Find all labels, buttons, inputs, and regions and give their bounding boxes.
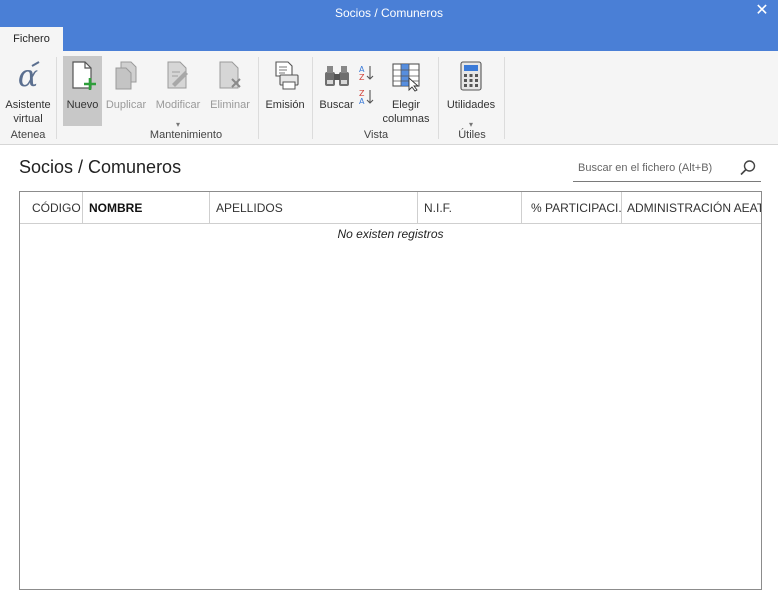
print-icon [275,61,299,90]
column-header-nif[interactable]: N.I.F. [418,192,522,224]
modify-dropdown-icon: ▾ [175,120,181,129]
search-input[interactable]: Buscar en el fichero (Alt+B) [578,162,712,174]
emission-label: Emisión [265,99,305,111]
new-button[interactable]: Nuevo [63,56,102,126]
edit-document-icon [167,61,188,89]
group-label-vista: Vista [363,129,389,141]
delete-label: Eliminar [210,99,250,111]
group-label-atenea: Atenea [10,129,46,141]
close-icon: ✕ [755,2,769,19]
column-header-nombre[interactable]: NOMBRE [83,192,210,224]
search-icon[interactable] [739,159,757,177]
title-bar: Socios / Comuneros ✕ [0,0,778,27]
search-label: Buscar [319,99,354,111]
column-header-administracion-aeat[interactable]: ADMINISTRACIÓN AEAT [622,192,761,224]
emission-button[interactable]: Emisión [262,56,308,126]
delete-document-icon [219,61,241,89]
group-label-utiles: Útiles [458,129,486,141]
duplicate-label: Duplicar [105,99,147,111]
search-box[interactable]: Buscar en el fichero (Alt+B) [573,155,761,182]
assistant-label: Asistente [5,99,51,111]
new-document-icon [71,61,96,90]
sort-button[interactable]: A Z Z A [356,56,378,126]
utilities-label: Utilidades [446,99,496,111]
window-title: Socios / Comuneros [334,6,444,20]
alpha-icon: α [18,60,40,92]
choose-columns-label-2: columnas [382,113,430,125]
tab-fichero[interactable]: Fichero [0,27,63,51]
svg-text:Z: Z [359,73,365,82]
new-label: Nuevo [66,99,99,111]
assistant-label-2: virtual [13,113,43,125]
close-button[interactable]: ✕ [752,2,772,22]
column-header-apellidos[interactable]: APELLIDOS [210,192,418,224]
binoculars-icon [324,66,349,86]
ribbon-tab-bar: Fichero [0,27,778,51]
delete-button[interactable]: Eliminar [207,56,253,126]
page-title: Socios / Comuneros [19,157,182,177]
search-button[interactable]: Buscar [317,56,356,126]
utilities-button[interactable]: Utilidades ▾ [442,56,500,129]
records-table: CÓDIGO NOMBRE APELLIDOS N.I.F. % PARTICI… [19,191,762,590]
ribbon-separator [312,57,313,139]
table-header: CÓDIGO NOMBRE APELLIDOS N.I.F. % PARTICI… [20,192,761,224]
svg-text:A: A [359,97,365,106]
duplicate-button[interactable]: Duplicar [103,56,149,126]
ribbon-separator [438,57,439,139]
duplicate-icon [115,61,137,90]
modify-button[interactable]: Modificar ▾ [152,56,204,129]
column-header-codigo[interactable]: CÓDIGO [20,192,83,224]
modify-label: Modificar [155,99,201,111]
choose-columns-label: Elegir [391,99,421,111]
assistant-button[interactable]: α Asistente virtual [2,56,54,126]
ribbon: α Asistente virtual Atenea Nuevo Duplica… [0,51,778,145]
ribbon-separator [56,57,57,139]
calculator-icon [460,61,482,91]
sort-icon: A Z Z A [359,65,374,106]
ribbon-separator [258,57,259,139]
column-header-participacion[interactable]: % PARTICIPACI... [522,192,622,224]
ribbon-separator [504,57,505,139]
columns-icon [392,63,420,92]
utilities-dropdown-icon: ▾ [468,120,474,129]
group-label-mantenimiento: Mantenimiento [149,129,223,141]
empty-message: No existen registros [337,227,444,241]
choose-columns-button[interactable]: Elegir columnas [380,56,432,126]
